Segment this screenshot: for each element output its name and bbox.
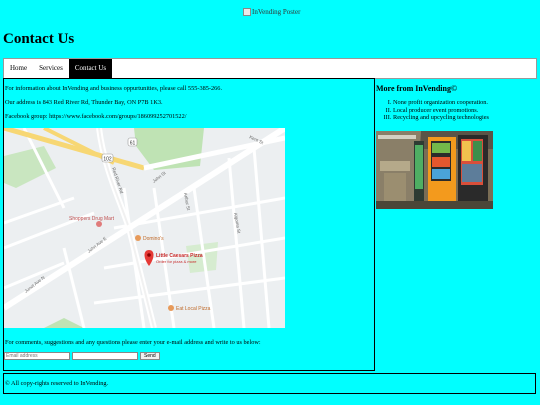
info-text: For information about InVending and busi… [5, 85, 223, 92]
poi-label-caesars-sub: Order for pizza & more [156, 259, 197, 264]
vending-machine-photo [376, 131, 493, 209]
highway-label: 102 [103, 157, 112, 163]
dominos-pin-icon[interactable] [135, 235, 141, 241]
map-graphic: 102 61 John St John Ave E Red River Rd J… [4, 128, 285, 328]
broken-image-icon [243, 8, 251, 17]
nav-item-services[interactable]: Services [33, 59, 69, 78]
poi-label-shoppers: Shoppers Drug Mart [69, 216, 115, 222]
more-from-heading: More from InVending© [376, 84, 457, 93]
nav-item-home[interactable]: Home [4, 59, 33, 78]
poster-alt-text: InVending Poster [252, 8, 301, 16]
poster-image: InVending Poster [243, 8, 301, 17]
list-item: Recycling and upcycling technologies [393, 114, 536, 122]
page-title: Contact Us [3, 31, 75, 47]
facebook-text[interactable]: Facebook group: https://www.facebook.com… [5, 113, 186, 120]
more-from-section: More from InVending© None profit organiz… [376, 84, 536, 209]
email-field[interactable] [4, 352, 70, 360]
comments-text: For comments, suggestions and any questi… [5, 339, 261, 346]
offerings-list: None profit organization cooperation. Lo… [376, 99, 536, 122]
poi-label-eat-local: Eat Local Pizza [176, 306, 211, 312]
contact-section: For information about InVending and busi… [3, 78, 375, 371]
address-text: Our address is 843 Red River Rd, Thunder… [5, 99, 163, 106]
contact-form: Send [4, 352, 160, 360]
copyright-text: © All copy-rights reserved to InVending. [5, 380, 109, 387]
top-navbar: Home Services Contact Us [3, 58, 537, 79]
send-button[interactable]: Send [140, 352, 160, 360]
page-footer: © All copy-rights reserved to InVending. [3, 373, 536, 394]
message-field[interactable] [72, 352, 138, 360]
eat-local-pin-icon[interactable] [168, 305, 174, 311]
location-map[interactable]: 102 61 John St John Ave E Red River Rd J… [4, 128, 285, 328]
nav-item-contact-us[interactable]: Contact Us [68, 59, 113, 78]
list-item: Local producer event promotions. [393, 107, 536, 115]
list-item: None profit organization cooperation. [393, 99, 536, 107]
poi-label-dominos: Domino's [143, 236, 164, 242]
highway-label-2: 61 [130, 141, 136, 147]
